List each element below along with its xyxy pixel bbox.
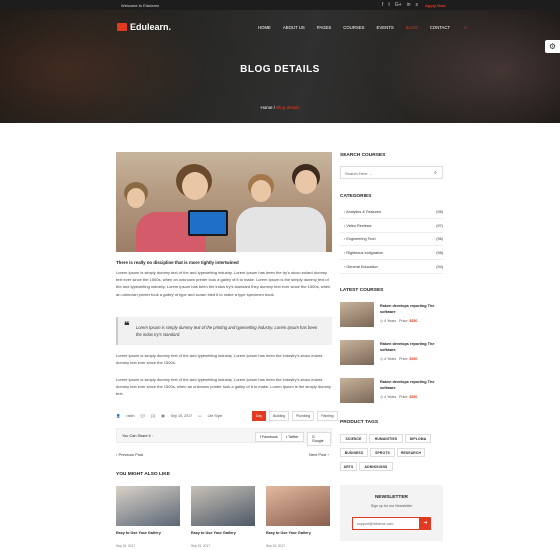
course-thumbnail bbox=[340, 378, 374, 403]
next-post-link[interactable]: Next Post › bbox=[309, 452, 329, 457]
logo-text: Edulearn. bbox=[130, 22, 172, 32]
post-paragraph-3: Lorem Ipsum is simply dummy text of the … bbox=[116, 377, 331, 397]
page-title: BLOG DETAILS bbox=[240, 64, 320, 75]
social-links: f t G+ in s bbox=[382, 2, 418, 8]
product-tag[interactable]: HUMANITIES bbox=[369, 434, 403, 443]
product-tag[interactable]: SPROTS bbox=[370, 448, 395, 457]
category-item[interactable]: › Video Reviews (97) bbox=[340, 220, 443, 233]
nav-home[interactable]: HOME bbox=[252, 25, 277, 31]
tag-plumbing[interactable]: Plumbing bbox=[292, 411, 315, 421]
search-icon[interactable]: ⌕ bbox=[434, 170, 437, 176]
tag-painting[interactable]: Painting bbox=[317, 411, 338, 421]
product-tag[interactable]: DIPLOMA bbox=[405, 434, 431, 443]
breadcrumb: Home / Blog details bbox=[260, 105, 300, 110]
product-tag[interactable]: ARTS bbox=[340, 462, 357, 471]
related-title-3[interactable]: Easy to Use Your Gallery bbox=[266, 531, 311, 535]
search-courses-title: SEARCH COURSES bbox=[340, 153, 386, 158]
apply-now-link[interactable]: Apply Now bbox=[425, 3, 446, 8]
product-tag[interactable]: SCIENCE bbox=[340, 434, 367, 443]
nav-pages[interactable]: PAGES bbox=[311, 25, 338, 31]
breadcrumb-current: Blog details bbox=[276, 105, 300, 110]
share-bar: You Can Share it : f Facebook t Twitter … bbox=[116, 428, 332, 446]
related-image-3[interactable] bbox=[266, 486, 330, 526]
related-title: YOU MIGHT ALSO LIKE bbox=[116, 472, 170, 477]
logo[interactable]: Edulearn. bbox=[117, 22, 171, 32]
post-paragraph-2: Lorem Ipsum is simply dummy text of the … bbox=[116, 353, 323, 366]
course-thumbnail bbox=[340, 340, 374, 365]
course-item[interactable]: Raken develops reporting The software ◷ … bbox=[340, 302, 443, 334]
post-meta: 👤 rabin 💬 (1) ▦ Sep 15, 2017 ▭ Life Style bbox=[116, 414, 222, 418]
share-google-button[interactable]: G Google bbox=[307, 432, 331, 446]
main-nav: HOME ABOUT US PAGES COURSES EVENTS BLOG … bbox=[252, 25, 473, 31]
post-subtitle: There is really no discipline that is mo… bbox=[116, 260, 239, 265]
related-date-3: Sep 15, 2017 bbox=[266, 544, 285, 548]
categories-title: CATEGORIES bbox=[340, 194, 372, 199]
facebook-icon[interactable]: f bbox=[382, 2, 383, 8]
comment-icon: 💬 bbox=[140, 414, 145, 418]
post-comments[interactable]: (1) bbox=[151, 414, 155, 418]
related-title-1[interactable]: Easy to Use Your Gallery bbox=[116, 531, 161, 535]
post-featured-image bbox=[116, 152, 332, 252]
skype-icon[interactable]: s bbox=[416, 2, 419, 8]
category-item[interactable]: › Analytics & Features (95) bbox=[340, 206, 443, 219]
newsletter-box: NEWSLETTER Sign up for our Newsletter su… bbox=[340, 485, 443, 541]
quote-text: Lorem Ipsum is simply dummy text of the … bbox=[136, 325, 318, 338]
related-title-2[interactable]: Easy to Use Your Gallery bbox=[191, 531, 236, 535]
product-tag[interactable]: ADMISSIONS bbox=[359, 462, 393, 471]
breadcrumb-home[interactable]: Home bbox=[260, 105, 272, 110]
share-facebook-button[interactable]: f Facebook bbox=[255, 432, 283, 442]
tag-day[interactable]: Day bbox=[252, 411, 267, 421]
product-tag[interactable]: RESEARCH bbox=[397, 448, 425, 457]
category-item[interactable]: › General Education (94) bbox=[340, 261, 443, 274]
graduation-cap-icon bbox=[117, 23, 127, 31]
welcome-text: Welcome to Edulearn bbox=[121, 3, 160, 8]
nav-about-us[interactable]: ABOUT US bbox=[277, 25, 311, 31]
category-item[interactable]: › Righteous Indignation (98) bbox=[340, 247, 443, 260]
course-item[interactable]: Raken develops reporting The software ◷ … bbox=[340, 340, 443, 372]
product-tags-title: PRODUCT TAGS bbox=[340, 420, 379, 425]
related-date-2: Sep 15, 2017 bbox=[191, 544, 210, 548]
nav-courses[interactable]: COURSES bbox=[337, 25, 370, 31]
share-label: You Can Share it : bbox=[122, 434, 153, 438]
gear-icon[interactable]: ⚙ bbox=[545, 40, 560, 53]
search-icon[interactable]: ⌕ bbox=[456, 25, 473, 31]
newsletter-submit-button[interactable]: ➜ bbox=[420, 517, 431, 530]
previous-post-link[interactable]: ‹ Previous Post bbox=[116, 452, 143, 457]
calendar-icon: ▦ bbox=[161, 414, 165, 418]
course-item[interactable]: Raken develops reporting The software ◷ … bbox=[340, 378, 443, 410]
search-courses-input[interactable]: Search Here ... ⌕ bbox=[340, 166, 443, 179]
post-tags: Day Building Plumbing Painting bbox=[252, 411, 338, 421]
nav-events[interactable]: EVENTS bbox=[371, 25, 400, 31]
related-date-1: Sep 15, 2017 bbox=[116, 544, 135, 548]
post-author[interactable]: rabin bbox=[126, 414, 134, 418]
blockquote: ❝ Lorem Ipsum is simply dummy text of th… bbox=[116, 317, 332, 345]
tag-building[interactable]: Building bbox=[269, 411, 290, 421]
newsletter-email-input[interactable]: support@rstheme.com bbox=[352, 517, 420, 530]
post-category[interactable]: Life Style bbox=[208, 414, 223, 418]
twitter-icon[interactable]: t bbox=[388, 2, 389, 8]
post-paragraph-1: Lorem Ipsum is simply dummy text of the … bbox=[116, 270, 331, 297]
newsletter-subtitle: Sign up for our Newsletter bbox=[370, 504, 413, 508]
linkedin-icon[interactable]: in bbox=[407, 2, 411, 8]
related-image-1[interactable] bbox=[116, 486, 180, 526]
google-plus-icon[interactable]: G+ bbox=[395, 2, 402, 8]
post-date: Sep 15, 2017 bbox=[170, 414, 193, 418]
share-twitter-button[interactable]: t Twitter bbox=[281, 432, 304, 442]
latest-courses-title: LATEST COURSES bbox=[340, 288, 384, 293]
nav-blog[interactable]: BLOG bbox=[400, 25, 424, 31]
category-item[interactable]: › Engineering Tech (96) bbox=[340, 233, 443, 246]
folder-icon: ▭ bbox=[198, 414, 202, 418]
related-image-2[interactable] bbox=[191, 486, 255, 526]
quote-icon: ❝ bbox=[124, 321, 130, 332]
course-thumbnail bbox=[340, 302, 374, 327]
author-icon: 👤 bbox=[116, 414, 121, 418]
nav-contact[interactable]: CONTACT bbox=[424, 25, 456, 31]
newsletter-title: NEWSLETTER bbox=[374, 495, 409, 500]
top-bar: Welcome to Edulearn f t G+ in s Apply No… bbox=[0, 0, 560, 10]
product-tag[interactable]: BUSINESS bbox=[340, 448, 368, 457]
